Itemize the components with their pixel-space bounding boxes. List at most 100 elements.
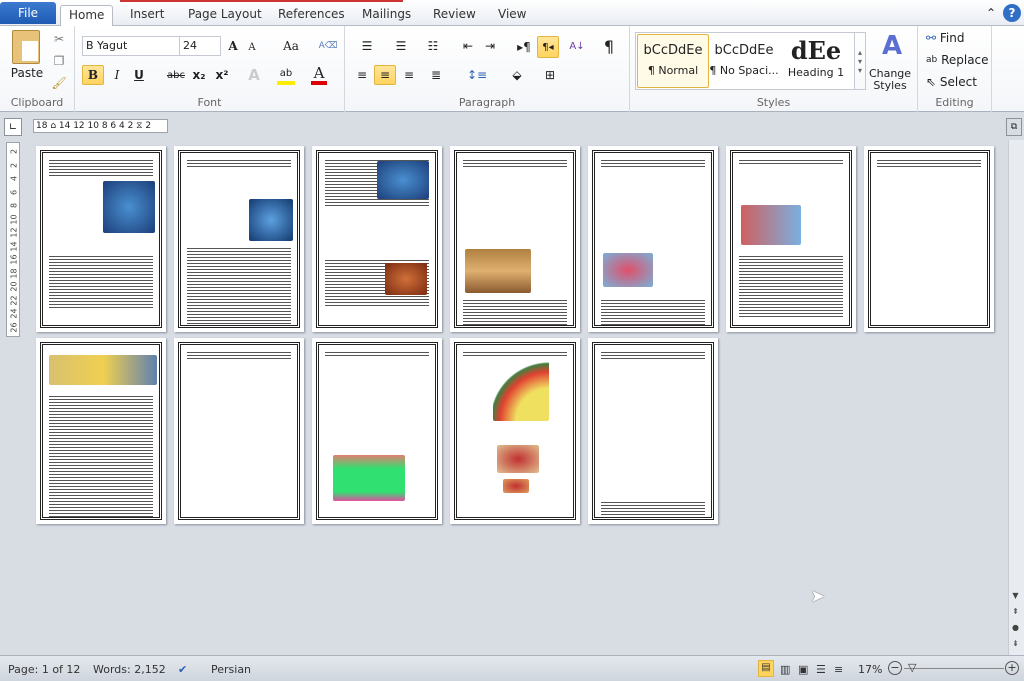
text-effects-icon[interactable]: A (245, 66, 263, 84)
paste-button[interactable]: Paste (8, 66, 46, 80)
decrease-indent-icon[interactable]: ⇤ (459, 38, 477, 54)
subscript-button[interactable]: x₂ (190, 66, 208, 84)
page-thumbnail[interactable] (864, 146, 994, 332)
view-ruler-icon[interactable]: ⧉ (1006, 118, 1022, 136)
font-color-button[interactable]: A (311, 64, 327, 85)
find-button[interactable]: ⚯ Find (926, 31, 964, 45)
rtl-icon[interactable]: ¶◂ (537, 36, 559, 58)
change-case-button[interactable]: Aa (279, 38, 303, 54)
align-left-icon[interactable]: ≡ (353, 66, 371, 84)
styles-label: Styles (756, 96, 791, 109)
page-thumbnail[interactable] (174, 146, 304, 332)
text-lines (877, 158, 981, 168)
superscript-button[interactable]: x² (213, 66, 231, 84)
highlight-button[interactable]: ab (277, 65, 295, 85)
style-normal[interactable]: bCcDdEe ¶ Normal (637, 34, 709, 88)
tab-review[interactable]: Review (425, 5, 484, 26)
page-image (333, 455, 405, 501)
styles-scroll[interactable]: ▴ ▾ ▾ (854, 32, 866, 90)
zoom-in-icon[interactable]: + (1005, 661, 1019, 675)
cut-icon[interactable]: ✂ (52, 32, 66, 46)
replace-label: Replace (941, 53, 989, 67)
tab-mailings[interactable]: Mailings (354, 5, 419, 26)
page-thumbnail[interactable] (588, 146, 718, 332)
group-editing: ⚯ Find ab Replace ⇖ Select Editing (918, 26, 992, 112)
full-screen-reading-icon[interactable]: ▥ (780, 663, 790, 676)
zoom-level[interactable]: 17% (858, 663, 882, 676)
justify-icon[interactable]: ≣ (425, 66, 447, 84)
page-thumbnail[interactable] (450, 146, 580, 332)
bullets-icon[interactable]: ☰ (355, 38, 379, 54)
draft-icon[interactable]: ≡ (834, 663, 843, 676)
horizontal-ruler[interactable]: 18 ⌂ 14 12 10 8 6 4 2 ⧖ 2 (33, 119, 168, 133)
page-thumbnail[interactable] (450, 338, 580, 524)
page-thumbnail[interactable] (174, 338, 304, 524)
format-painter-icon[interactable]: 🖌 (51, 76, 66, 90)
vertical-scrollbar[interactable]: ▼ ⇞ ● ⇟ (1008, 140, 1024, 655)
grow-font-button[interactable]: A (225, 38, 241, 54)
tab-home[interactable]: Home (60, 5, 114, 26)
zoom-out-icon[interactable]: − (888, 661, 902, 675)
style-no-spacing[interactable]: bCcDdEe ¶ No Spaci... (708, 34, 780, 88)
ruler-number: 10 (9, 213, 19, 225)
zoom-slider-thumb[interactable]: ▽ (908, 661, 916, 674)
outline-icon[interactable]: ☰ (816, 663, 826, 676)
copy-icon[interactable]: ❐ (52, 54, 66, 68)
page-thumbnail[interactable] (312, 146, 442, 332)
bold-button[interactable]: B (82, 65, 104, 85)
style-heading-1[interactable]: dEe Heading 1 (780, 34, 852, 88)
ruler-number: 2 (9, 148, 19, 155)
web-layout-icon[interactable]: ▣ (798, 663, 808, 676)
align-right-icon[interactable]: ≡ (400, 66, 418, 84)
shrink-font-button[interactable]: A (245, 40, 259, 54)
numbering-icon[interactable]: ☰ (389, 38, 413, 54)
increase-indent-icon[interactable]: ⇥ (481, 38, 499, 54)
tab-file[interactable]: File (0, 2, 56, 24)
page-thumbnail[interactable] (36, 338, 166, 524)
select-button[interactable]: ⇖ Select (926, 75, 977, 89)
page-image (385, 263, 427, 295)
ruler-number: 26 (9, 321, 19, 333)
borders-icon[interactable]: ⊞ (538, 66, 562, 84)
tab-selector-icon[interactable]: ∟ (4, 118, 22, 136)
tab-insert[interactable]: Insert (122, 5, 172, 26)
show-marks-button[interactable]: ¶ (601, 36, 617, 56)
page-thumbnail[interactable] (588, 338, 718, 524)
ruler-number: 18 (9, 267, 19, 279)
page-count[interactable]: Page: 1 of 12 (8, 663, 80, 676)
minimize-ribbon-icon[interactable]: ⌃ (984, 6, 998, 20)
page-thumbnail[interactable] (36, 146, 166, 332)
sort-icon[interactable]: A↓ (567, 36, 587, 56)
tab-view[interactable]: View (490, 5, 534, 26)
font-name-select[interactable]: B Yagut (82, 36, 180, 56)
group-clipboard: Paste ✂ ❐ 🖌 Clipboard (0, 26, 75, 112)
vertical-ruler[interactable]: 2 2 4 6 8 10 12 14 16 18 20 22 24 26 (6, 142, 20, 337)
underline-button[interactable]: U (131, 66, 147, 84)
proofing-icon[interactable]: ✔ (178, 663, 187, 676)
page-border (454, 150, 576, 328)
shading-icon[interactable]: ⬙ (505, 66, 529, 84)
print-layout-icon[interactable]: ▤ (758, 660, 774, 677)
tab-references[interactable]: References (270, 5, 353, 26)
align-center-icon[interactable]: ≡ (374, 65, 396, 85)
word-count[interactable]: Words: 2,152 (93, 663, 166, 676)
change-styles-icon[interactable]: A (876, 30, 908, 62)
page-thumbnail[interactable] (726, 146, 856, 332)
multilevel-list-icon[interactable]: ☷ (421, 38, 445, 54)
zoom-slider[interactable] (904, 668, 1004, 669)
change-styles-button[interactable]: Change Styles (866, 66, 914, 94)
group-font: B Yagut 24 A A Aa A⌫ B I U abc x₂ x² A a… (75, 26, 345, 112)
ltr-icon[interactable]: ▸¶ (515, 38, 533, 56)
page-thumbnail[interactable] (312, 338, 442, 524)
clear-formatting-icon[interactable]: A⌫ (319, 37, 338, 55)
tab-page-layout[interactable]: Page Layout (180, 5, 270, 26)
italic-button[interactable]: I (109, 66, 125, 84)
line-spacing-icon[interactable]: ↕≡ (465, 66, 489, 84)
scroll-buttons[interactable]: ▼ ⇞ ● ⇟ (1012, 588, 1019, 652)
help-icon[interactable]: ? (1003, 4, 1021, 22)
paste-icon[interactable] (12, 30, 40, 64)
strikethrough-button[interactable]: abc (165, 66, 187, 84)
language-indicator[interactable]: Persian (211, 663, 251, 676)
font-size-select[interactable]: 24 (179, 36, 221, 56)
replace-button[interactable]: ab Replace (926, 53, 989, 67)
